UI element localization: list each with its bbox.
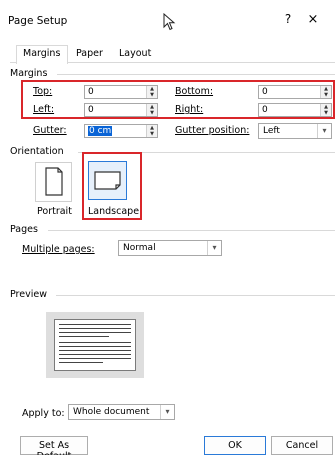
left-label: Left: (33, 104, 55, 115)
orientation-section-label: Orientation (10, 146, 64, 157)
close-button[interactable]: × (305, 12, 321, 28)
set-as-default-button[interactable]: Set As Default (20, 436, 88, 455)
preview-text-line (59, 362, 103, 363)
page-preview (46, 312, 144, 378)
left-margin-value[interactable]: 0 (85, 104, 146, 116)
chevron-down-icon[interactable]: ▾ (317, 124, 331, 138)
gutter-value-wrap[interactable]: 0 cm (85, 125, 146, 137)
gutter-position-value: Left (263, 126, 280, 136)
preview-text-line (59, 354, 131, 355)
spin-arrows-icon[interactable]: ▲ ▼ (146, 125, 157, 137)
landscape-label[interactable]: Landscape (88, 206, 139, 217)
gutter-position-select[interactable]: Left ▾ (258, 123, 332, 139)
left-margin-spinner[interactable]: 0 ▲ ▼ (84, 103, 158, 117)
apply-to-value: Whole document (73, 407, 150, 417)
right-margin-value[interactable]: 0 (259, 104, 320, 116)
portrait-page-icon (45, 167, 63, 196)
mouse-pointer-icon (163, 13, 176, 31)
top-margin-spinner[interactable]: 0 ▲ ▼ (84, 85, 158, 99)
multiple-pages-value: Normal (123, 243, 156, 253)
gutter-position-label: Gutter position: (175, 125, 250, 136)
pages-section-rule (48, 230, 335, 231)
preview-text-line (59, 328, 131, 329)
gutter-label: Gutter: (33, 125, 67, 136)
ok-button[interactable]: OK (204, 436, 266, 455)
preview-section-rule (56, 295, 335, 296)
preview-text-line (59, 358, 131, 359)
tab-paper[interactable]: Paper (69, 45, 113, 63)
right-label: Right: (175, 104, 204, 115)
preview-text-line (59, 346, 131, 347)
preview-section-label: Preview (10, 289, 47, 300)
preview-text-line (59, 350, 131, 351)
dialog-title: Page Setup (8, 15, 68, 27)
spin-arrows-icon[interactable]: ▲ ▼ (320, 86, 331, 98)
bottom-margin-spinner[interactable]: 0 ▲ ▼ (258, 85, 332, 99)
portrait-option[interactable] (35, 162, 72, 202)
chevron-down-icon[interactable]: ▾ (160, 405, 174, 419)
portrait-label[interactable]: Portrait (37, 206, 72, 217)
top-margin-value[interactable]: 0 (85, 86, 146, 98)
tab-margins[interactable]: Margins (16, 45, 68, 64)
bottom-label: Bottom: (175, 86, 214, 97)
tab-layout-label: Layout (119, 48, 152, 59)
bottom-margin-value[interactable]: 0 (259, 86, 320, 98)
tab-paper-label: Paper (76, 48, 103, 59)
cancel-button[interactable]: Cancel (271, 436, 333, 455)
chevron-down-icon[interactable]: ▾ (207, 241, 221, 255)
apply-to-select[interactable]: Whole document ▾ (68, 404, 175, 420)
preview-page (54, 319, 136, 371)
spin-arrows-icon[interactable]: ▲ ▼ (146, 86, 157, 98)
pages-section-label: Pages (10, 224, 38, 235)
preview-text-line (59, 336, 109, 337)
spin-arrows-icon[interactable]: ▲ ▼ (320, 104, 331, 116)
preview-text-line (59, 342, 131, 343)
gutter-value[interactable]: 0 cm (88, 126, 113, 136)
help-button[interactable]: ? (281, 12, 295, 28)
margins-section-rule (57, 74, 335, 75)
apply-to-label: Apply to: (22, 408, 65, 419)
multiple-pages-select[interactable]: Normal ▾ (118, 240, 222, 256)
multiple-pages-label: Multiple pages: (22, 244, 95, 255)
preview-text-line (59, 332, 131, 333)
spin-arrows-icon[interactable]: ▲ ▼ (146, 104, 157, 116)
preview-text-line (59, 324, 131, 325)
top-label: Top: (33, 86, 53, 97)
landscape-page-icon (94, 171, 121, 190)
landscape-option[interactable] (88, 161, 127, 200)
margins-section-label: Margins (10, 68, 48, 79)
gutter-spinner[interactable]: 0 cm ▲ ▼ (84, 124, 158, 138)
tab-margins-label: Margins (23, 48, 61, 59)
tab-layout[interactable]: Layout (112, 45, 158, 63)
right-margin-spinner[interactable]: 0 ▲ ▼ (258, 103, 332, 117)
